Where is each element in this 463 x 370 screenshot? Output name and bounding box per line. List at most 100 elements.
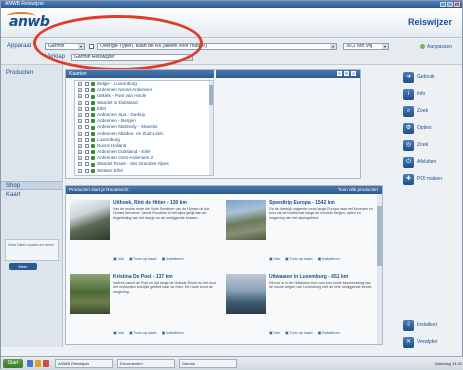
- opties-button[interactable]: ⚙ Opties: [401, 122, 459, 135]
- nav-kaart[interactable]: Kaart: [1, 191, 63, 200]
- expand-icon[interactable]: +: [78, 125, 82, 130]
- article-link-toon-op-kaart[interactable]: ▣ Toon op kaart: [285, 257, 313, 261]
- article-link-info[interactable]: ▣ Info: [113, 331, 124, 335]
- expand-icon[interactable]: +: [78, 82, 82, 86]
- articles-scroll-thumb[interactable]: [377, 206, 382, 266]
- article-link-toon-op-kaart[interactable]: ▣ Toon op kaart: [129, 257, 157, 261]
- expand-icon[interactable]: +: [78, 143, 82, 148]
- article-photo[interactable]: [226, 274, 266, 314]
- tree-checkbox[interactable]: [85, 156, 89, 161]
- expand-icon[interactable]: +: [78, 137, 82, 142]
- article-link-toon-op-kaart[interactable]: ▣ Toon op kaart: [129, 331, 157, 335]
- article-title[interactable]: Uithoek, Rint de Hitter - 130 km: [113, 200, 187, 206]
- nav-producten[interactable]: Producten: [1, 69, 63, 78]
- map-select[interactable]: Garmin Reiswijzer ▾: [71, 54, 193, 61]
- poi-maken-button[interactable]: ✚ POI maken: [401, 173, 459, 186]
- article-link-info[interactable]: ▣ Info: [113, 257, 124, 261]
- remove-icon: ✕: [403, 337, 414, 348]
- zoek-button[interactable]: ◎ Zoek: [401, 139, 459, 152]
- tree-checkbox[interactable]: [85, 119, 89, 124]
- tree-checkbox[interactable]: [85, 174, 89, 175]
- gebruik-button[interactable]: ➜ Gebruik: [401, 71, 459, 84]
- articles-scrollbar[interactable]: [377, 194, 382, 344]
- expand-icon[interactable]: +: [78, 162, 82, 167]
- article-card[interactable]: Speedtrip Europa - 1542 km Ga de Aardrijk…: [224, 198, 374, 270]
- maximize-button[interactable]: □: [447, 2, 453, 7]
- tree-item[interactable]: + Wandel Ardennen: [75, 174, 213, 175]
- promo-text: Voor hiker routes en meer: [8, 242, 55, 247]
- article-link-installeren[interactable]: ▣ Installeren: [162, 257, 184, 261]
- article-photo[interactable]: [70, 274, 110, 314]
- tree-scroll-thumb[interactable]: [209, 85, 213, 105]
- tree-checkbox[interactable]: [85, 106, 89, 111]
- start-button[interactable]: Start: [3, 359, 23, 368]
- tree-checkbox[interactable]: [85, 150, 89, 155]
- route-checkbox[interactable]: [89, 44, 94, 49]
- expand-icon[interactable]: +: [78, 131, 82, 136]
- expand-icon[interactable]: +: [78, 174, 82, 175]
- expand-icon[interactable]: +: [78, 119, 82, 124]
- tree-checkbox[interactable]: [85, 131, 89, 136]
- verwijder-button[interactable]: ✕ Verwijder: [401, 336, 459, 349]
- close-button[interactable]: ×: [454, 2, 460, 7]
- afsluiten-button[interactable]: ⏻ Afsluiten: [401, 156, 459, 169]
- taskbar-task[interactable]: ANWB Reiswijzer: [55, 359, 113, 368]
- zoek-button[interactable]: ⌕ Zoek: [401, 105, 459, 118]
- nav-shop[interactable]: Shop: [1, 181, 63, 190]
- media-icon[interactable]: [43, 360, 49, 367]
- tree-checkbox[interactable]: [85, 94, 89, 99]
- info-button[interactable]: i Info: [401, 88, 459, 101]
- edit-icon[interactable]: ✎: [344, 71, 349, 76]
- tree-checkbox[interactable]: [85, 82, 89, 86]
- aanpassen-link[interactable]: Aanpassen: [419, 44, 452, 50]
- show-all-products-link[interactable]: Toon alle producten: [338, 186, 378, 194]
- taskbar-task[interactable]: Documenten: [117, 359, 175, 368]
- apparaat-select[interactable]: Garmin ▾: [45, 43, 85, 50]
- tree-checkbox[interactable]: [85, 162, 89, 167]
- article-title[interactable]: Uitwaaien in Luxemburg - 651 km: [269, 274, 348, 280]
- tree-checkbox[interactable]: [85, 137, 89, 142]
- tree-checkbox[interactable]: [85, 125, 89, 130]
- article-photo[interactable]: [70, 200, 110, 240]
- expand-icon[interactable]: +: [78, 88, 82, 93]
- minimize-button[interactable]: _: [440, 2, 446, 7]
- tree-checkbox[interactable]: [85, 143, 89, 148]
- article-link-installeren[interactable]: ▣ Installeren: [318, 257, 340, 261]
- ie-icon[interactable]: [27, 360, 33, 367]
- article-card[interactable]: Uitwaaien in Luxemburg - 651 km Dit toer …: [224, 272, 374, 344]
- add-icon[interactable]: +: [337, 71, 342, 76]
- installeer-button[interactable]: ⇩ Installeer: [401, 319, 459, 332]
- tree-checkbox[interactable]: [85, 88, 89, 93]
- expand-icon[interactable]: +: [78, 106, 82, 111]
- expand-icon[interactable]: +: [78, 156, 82, 161]
- expand-icon[interactable]: +: [78, 112, 82, 117]
- tree-checkbox[interactable]: [85, 168, 89, 173]
- article-link-info[interactable]: ▣ Info: [269, 331, 280, 335]
- article-link-installeren[interactable]: ▣ Installeren: [318, 331, 340, 335]
- promo-button[interactable]: Meer: [9, 263, 37, 270]
- article-title[interactable]: Speedtrip Europa - 1542 km: [269, 200, 335, 206]
- articles-header: Producten start je Routetocht Toon alle …: [66, 186, 382, 194]
- storage-select[interactable]: 30,2 MB vrij ▾: [343, 43, 389, 50]
- taskbar-task[interactable]: Garmin: [179, 359, 237, 368]
- tree-item-label: Ardennen Midden- en Zuid-Limb.: [97, 130, 165, 136]
- article-card[interactable]: Kristina De Poel - 137 km Vertrek vanuit …: [68, 272, 218, 344]
- expand-icon[interactable]: +: [78, 100, 82, 105]
- tree-scrollbar[interactable]: [209, 81, 213, 175]
- article-link-installeren[interactable]: ▣ Installeren: [162, 331, 184, 335]
- expand-icon[interactable]: +: [78, 150, 82, 155]
- article-link-info[interactable]: ▣ Info: [269, 257, 280, 261]
- folder-icon[interactable]: [35, 360, 41, 367]
- article-body: Ga de Aardrijk volgende route langs Euro…: [269, 207, 373, 220]
- article-photo[interactable]: [226, 200, 266, 240]
- route-filter-select[interactable]: Overige-Typen, kaart de Rs (alleen voor …: [97, 43, 337, 50]
- expand-icon[interactable]: +: [78, 94, 82, 99]
- tree-checkbox[interactable]: [85, 100, 89, 105]
- tree-checkbox[interactable]: [85, 112, 89, 117]
- expand-icon[interactable]: +: [78, 168, 82, 173]
- article-title[interactable]: Kristina De Poel - 137 km: [113, 274, 173, 280]
- delete-icon[interactable]: ×: [351, 71, 356, 76]
- article-card[interactable]: Uithoek, Rint de Hitter - 130 km Van de m…: [68, 198, 218, 270]
- map-product-icon: [91, 119, 95, 124]
- article-link-toon-op-kaart[interactable]: ▣ Toon op kaart: [285, 331, 313, 335]
